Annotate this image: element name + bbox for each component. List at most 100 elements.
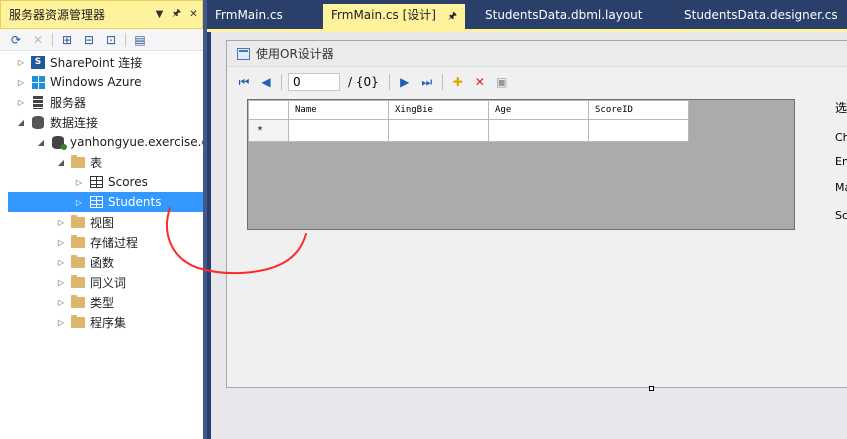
collapse-arrow-icon[interactable]: ◢ <box>54 158 68 167</box>
expand-arrow-icon[interactable]: ▷ <box>14 78 28 87</box>
table-icon <box>88 195 104 209</box>
tree-item-tables[interactable]: ◢ 表 <box>54 152 102 172</box>
tree-item-stored-procedures[interactable]: ▷ 存储过程 <box>54 232 138 252</box>
properties-icon[interactable]: ▤ <box>132 32 148 48</box>
tree-item-label: 类型 <box>90 295 115 310</box>
tree-item-label: 数据连接 <box>50 115 99 130</box>
connect-sharepoint-icon[interactable]: ⊡ <box>103 32 119 48</box>
tree-item-label: 同义词 <box>90 275 127 290</box>
save-icon[interactable]: ▣ <box>493 73 511 91</box>
tree-item-label: yanhongyue.exercise.c <box>70 135 207 149</box>
grid-cell[interactable] <box>588 119 689 142</box>
expand-arrow-icon[interactable]: ▷ <box>72 178 86 187</box>
tree-item-label: 程序集 <box>90 315 127 330</box>
navigator-separator <box>281 74 282 90</box>
label-ma: Ma <box>835 181 847 194</box>
binding-navigator: ⏮ ◀ 0 / {0} ▶ ⏭ ✚ ✕ ▣ <box>235 71 511 93</box>
grid-cell[interactable] <box>288 119 389 142</box>
connect-server-icon[interactable]: ⊟ <box>81 32 97 48</box>
expand-arrow-icon[interactable]: ▷ <box>54 238 68 247</box>
folder-icon <box>70 294 86 309</box>
toolbar-separator <box>125 32 126 47</box>
delete-icon[interactable]: ✕ <box>471 73 489 91</box>
expand-arrow-icon[interactable]: ▷ <box>14 98 28 107</box>
tab-frmmain-design[interactable]: FrmMain.cs [设计] 🖈 <box>323 4 466 29</box>
stop-icon[interactable]: ✕ <box>30 32 46 48</box>
sharepoint-icon: S <box>30 55 46 69</box>
tab-studentsdata-designer-cs[interactable]: StudentsData.designer.cs <box>676 4 846 26</box>
tree-item-assemblies[interactable]: ▷ 程序集 <box>54 312 126 332</box>
tree-item-types[interactable]: ▷ 类型 <box>54 292 114 312</box>
expand-arrow-icon[interactable]: ▷ <box>14 58 28 67</box>
tab-label: StudentsData.designer.cs <box>684 8 838 22</box>
expand-arrow-icon[interactable]: ▷ <box>54 218 68 227</box>
toolbar-separator <box>52 32 53 47</box>
tab-frmmain-cs[interactable]: FrmMain.cs <box>207 4 291 26</box>
tree-item-label: SharePoint 连接 <box>50 55 143 70</box>
tree-item-windows-azure[interactable]: ▷ Windows Azure <box>14 72 142 92</box>
add-new-icon[interactable]: ✚ <box>449 73 467 91</box>
move-first-icon[interactable]: ⏮ <box>235 73 253 91</box>
tree-item-sharepoint[interactable]: ▷ S SharePoint 连接 <box>14 52 142 72</box>
tab-label: FrmMain.cs <box>215 8 283 22</box>
tree-item-label: 视图 <box>90 215 115 230</box>
tree-item-scores[interactable]: ▷ Scores <box>72 172 148 192</box>
resize-handle[interactable] <box>649 386 654 391</box>
connect-database-icon[interactable]: ⊞ <box>59 32 75 48</box>
collapse-arrow-icon[interactable]: ◢ <box>34 138 48 147</box>
tab-label: StudentsData.dbml.layout <box>485 8 643 22</box>
column-header-name[interactable]: Name <box>288 100 389 120</box>
server-explorer-toolbar: ⟳ ✕ ⊞ ⊟ ⊡ ▤ <box>0 29 203 51</box>
tree-item-students[interactable]: ▷ Students <box>8 192 203 212</box>
tree-item-functions[interactable]: ▷ 函数 <box>54 252 114 272</box>
grid-cell[interactable] <box>488 119 589 142</box>
move-next-icon[interactable]: ▶ <box>396 73 414 91</box>
column-header-scoreid[interactable]: ScoreID <box>588 100 689 120</box>
move-previous-icon[interactable]: ◀ <box>257 73 275 91</box>
expand-arrow-icon[interactable]: ▷ <box>54 298 68 307</box>
expand-arrow-icon[interactable]: ▷ <box>54 318 68 327</box>
label-en: En <box>835 155 847 168</box>
expand-arrow-icon[interactable]: ▷ <box>54 278 68 287</box>
grid-header-row: Name XingBie Age ScoreID <box>248 100 689 120</box>
tree-item-label: 存储过程 <box>90 235 139 250</box>
tree-item-data-connections[interactable]: ◢ 数据连接 <box>14 112 98 132</box>
column-header-age[interactable]: Age <box>488 100 589 120</box>
folder-icon <box>70 214 86 229</box>
tree-item-database[interactable]: ◢ yanhongyue.exercise.c <box>34 132 207 152</box>
data-connection-icon <box>30 115 46 129</box>
column-header-xingbie[interactable]: XingBie <box>388 100 489 120</box>
close-icon[interactable]: ✕ <box>185 9 202 20</box>
navigator-separator <box>388 74 390 90</box>
expand-arrow-icon[interactable]: ▷ <box>54 258 68 267</box>
tab-label: FrmMain.cs [设计] <box>331 8 436 22</box>
database-icon <box>50 135 67 150</box>
tab-studentsdata-dbml-layout[interactable]: StudentsData.dbml.layout <box>477 4 650 26</box>
count-label: / {0} <box>348 75 379 89</box>
grid-cell[interactable] <box>388 119 489 142</box>
folder-icon <box>70 234 86 249</box>
form-icon <box>237 47 250 60</box>
form-designer-surface: 使用OR设计器 ⏮ ◀ 0 / {0} ▶ ⏭ ✚ ✕ ▣ Name XingB… <box>211 32 847 439</box>
grid-table: Name XingBie Age ScoreID * <box>248 100 689 142</box>
pin-icon[interactable]: 🖈 <box>448 11 457 22</box>
server-explorer-title: 服务器资源管理器 <box>9 8 106 22</box>
refresh-icon[interactable]: ⟳ <box>8 32 24 48</box>
table-icon <box>88 175 104 189</box>
move-last-icon[interactable]: ⏭ <box>418 73 436 91</box>
collapse-arrow-icon[interactable]: ◢ <box>14 118 28 127</box>
tree-item-views[interactable]: ▷ 视图 <box>54 212 114 232</box>
tree-item-servers[interactable]: ▷ 服务器 <box>14 92 86 112</box>
label-ch: Ch <box>835 131 847 144</box>
row-header-corner[interactable] <box>248 100 289 120</box>
tree-item-synonyms[interactable]: ▷ 同义词 <box>54 272 126 292</box>
designed-form[interactable]: 使用OR设计器 ⏮ ◀ 0 / {0} ▶ ⏭ ✚ ✕ ▣ Name XingB… <box>226 40 847 388</box>
tree-item-label: Scores <box>108 175 148 189</box>
position-input[interactable]: 0 <box>288 73 340 91</box>
new-row-marker[interactable]: * <box>248 119 289 142</box>
pin-icon[interactable]: 🖈 <box>168 6 185 23</box>
expand-arrow-icon[interactable]: ▷ <box>72 198 86 207</box>
students-datagridview[interactable]: Name XingBie Age ScoreID * <box>247 99 795 230</box>
folder-icon <box>70 274 86 289</box>
dropdown-icon[interactable]: ▼ <box>151 9 168 20</box>
